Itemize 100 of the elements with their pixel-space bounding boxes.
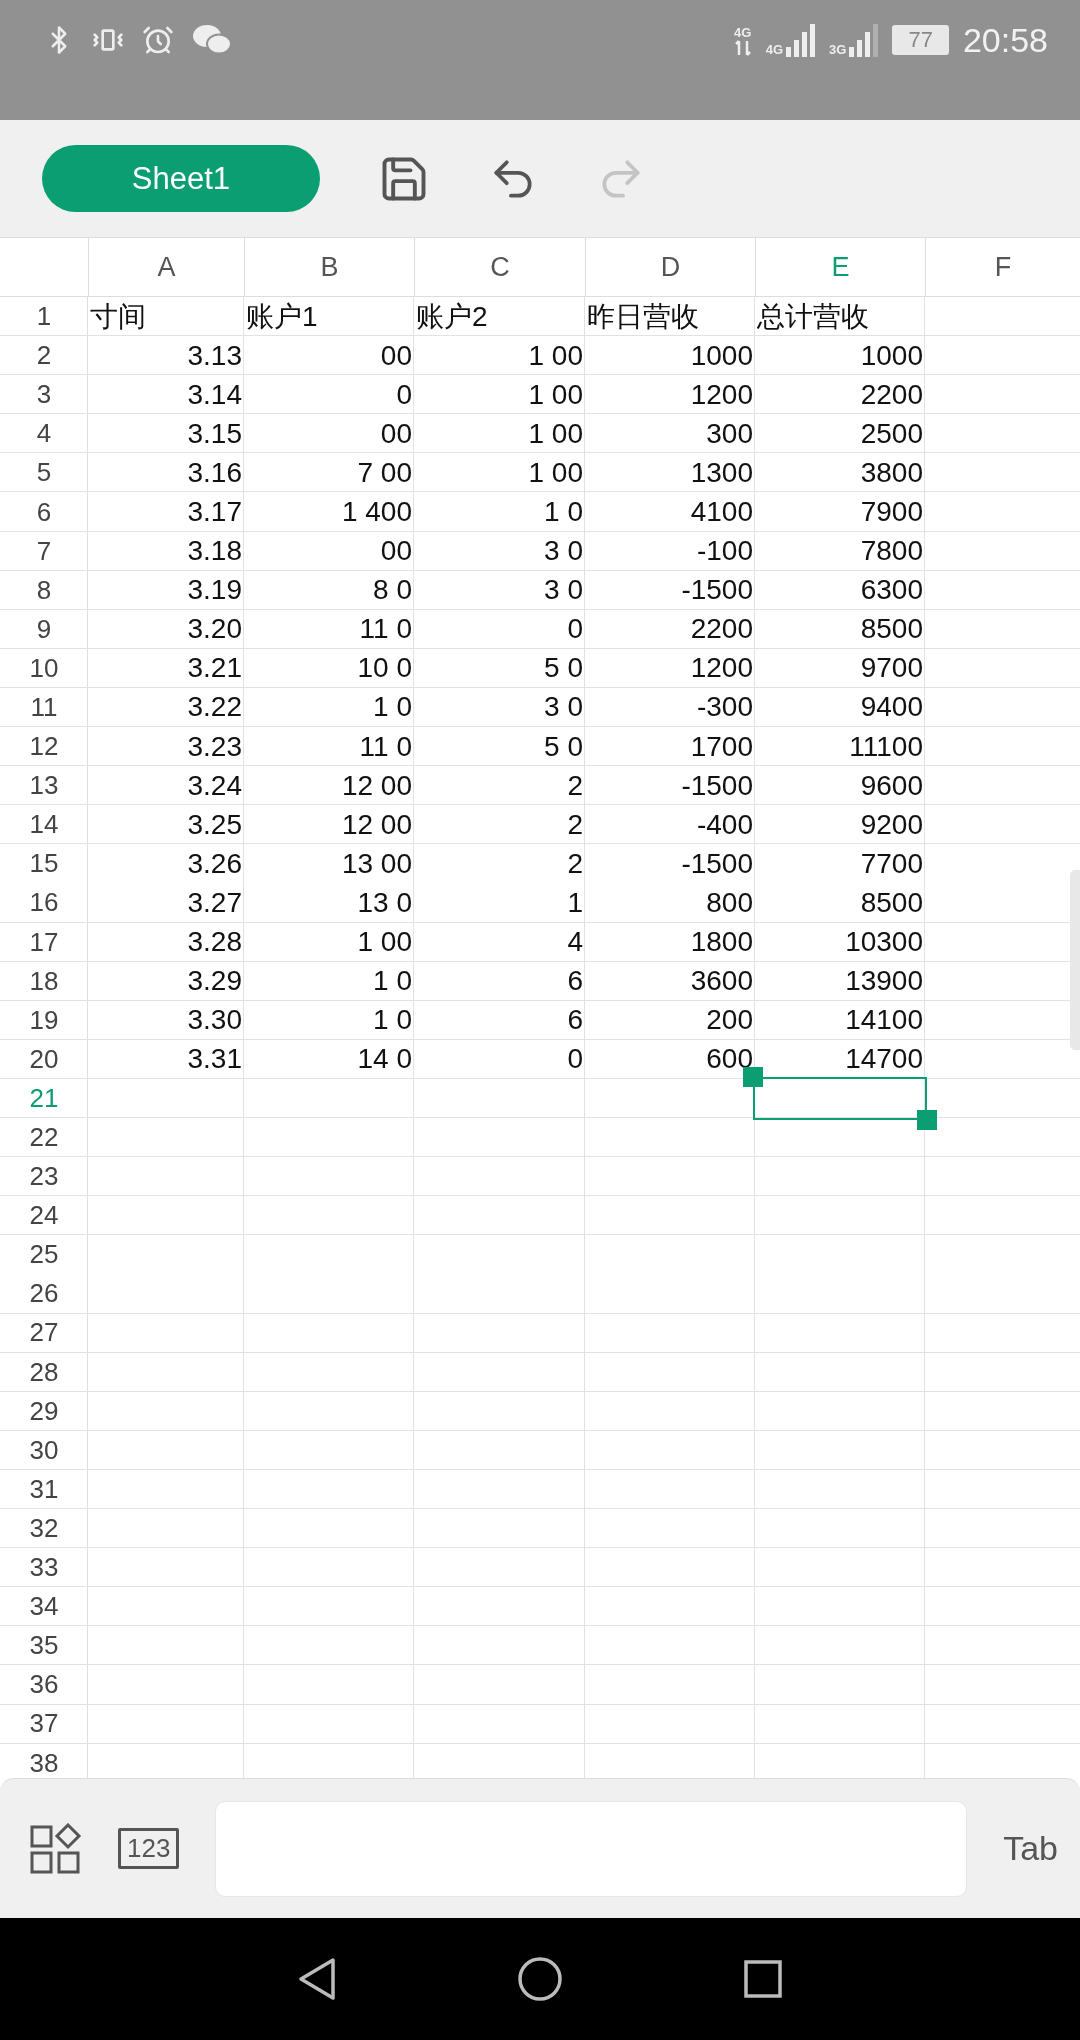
table-cell-text: 8 0 [372,573,413,608]
table-cell-text: 9200 [859,807,924,842]
row-header[interactable]: 4 [0,414,88,454]
row-header[interactable]: 15 [0,844,88,884]
column-header[interactable]: B [244,238,414,296]
row-header[interactable]: 18 [0,961,88,1001]
table-cell-text: 3.24 [186,768,243,803]
row-header[interactable]: 35 [0,1626,88,1666]
table-cell-text: 2200 [689,612,754,647]
table-cell-text: 3.14 [186,377,243,412]
column-header[interactable]: F [925,238,1080,296]
row-header[interactable]: 22 [0,1117,88,1158]
row-header[interactable]: 20 [0,1039,88,1079]
row-header[interactable]: 25 [0,1235,88,1275]
table-cell-text: 3.31 [186,1042,243,1077]
numeric-keyboard-button[interactable]: 123 [118,1828,180,1869]
table-cell-text: -1500 [680,846,754,881]
home-icon[interactable] [517,1956,563,2002]
table-cell-text: 1 00 [356,925,413,960]
column-header[interactable]: A [88,238,244,296]
table-cell-text: 昨日营收 [586,299,700,334]
network-label: 4G [765,42,784,57]
row-header[interactable]: 38 [0,1743,88,1778]
tab-key-button[interactable]: Tab [1003,1829,1058,1868]
row-header[interactable]: 33 [0,1548,88,1588]
selection-handle[interactable] [917,1109,937,1130]
row-header[interactable]: 2 [0,336,88,376]
row-header[interactable]: 27 [0,1313,88,1353]
table-cell-text: 1 0 [372,964,413,999]
table-cell-text: 11 0 [358,729,413,764]
table-cell-text: 3.20 [186,612,243,647]
table-cell-text: 3.15 [186,416,243,451]
table-cell-text: 3.23 [186,729,243,764]
column-header[interactable]: D [585,238,755,296]
table-cell-text: 1 00 [527,416,584,451]
table-cell-text: 1200 [689,651,754,686]
row-header[interactable]: 19 [0,1000,88,1040]
table-cell-text: 1 400 [340,495,413,529]
table-cell-text: 3.16 [186,455,243,490]
row-header[interactable]: 34 [0,1587,88,1627]
row-header[interactable]: 7 [0,531,88,571]
table-cell-text: 12 00 [340,768,413,803]
row-header[interactable]: 12 [0,727,88,767]
row-header[interactable]: 10 [0,648,88,688]
selection-handle[interactable] [743,1066,763,1087]
row-header[interactable]: 6 [0,492,88,532]
table-cell-text: 3.25 [186,807,243,842]
table-cell-text: 3.29 [186,964,243,999]
table-cell-text: 6 [566,1003,584,1038]
table-cell-text: 11 0 [358,612,413,647]
table-cell-text: 1 0 [543,495,584,529]
network-label: 3G [829,42,847,57]
row-header[interactable]: 24 [0,1196,88,1236]
row-header[interactable]: 14 [0,805,88,845]
signal-icon [848,23,879,57]
table-cell-text: -1500 [680,573,754,608]
table-cell-text: 3.19 [186,573,243,608]
table-cell-text: 账户2 [415,299,489,334]
row-header[interactable]: 3 [0,375,88,415]
table-cell-text: 3.22 [186,690,243,725]
row-header[interactable]: 16 [0,883,88,923]
row-header[interactable]: 23 [0,1157,88,1197]
row-header[interactable]: 13 [0,766,88,806]
row-header[interactable]: 11 [0,687,88,728]
signal-icon [785,23,816,57]
recents-icon[interactable] [743,1959,783,1999]
column-header[interactable]: C [414,238,585,296]
row-header[interactable]: 8 [0,570,88,610]
table-cell-text: 3.21 [186,651,243,686]
table-cell-text: 1300 [689,455,754,490]
row-header[interactable]: 1 [0,297,88,337]
row-header[interactable]: 28 [0,1352,88,1392]
table-cell-text: 3.13 [186,338,243,373]
table-cell-text: 3 0 [543,573,584,608]
row-header[interactable]: 17 [0,922,88,962]
table-cell-text: 总计营收 [756,299,870,334]
table-cell-text: 14100 [844,1003,924,1038]
apps-icon[interactable] [30,1822,82,1875]
table-cell-text: 6 [566,964,584,999]
row-header[interactable]: 26 [0,1274,88,1314]
row-header[interactable]: 30 [0,1430,88,1470]
back-icon[interactable] [297,1957,337,2001]
table-cell-text: 3.26 [186,846,243,881]
table-cell-text: 14700 [844,1042,924,1077]
row-header[interactable]: 37 [0,1704,88,1744]
table-cell-text: 8500 [859,885,924,920]
scrollbar[interactable] [1070,870,1080,1050]
row-header[interactable]: 31 [0,1469,88,1509]
row-header[interactable]: 36 [0,1665,88,1705]
table-cell-text: 3800 [859,455,924,490]
row-header[interactable]: 32 [0,1508,88,1548]
formula-input-field[interactable] [215,1800,968,1897]
table-cell-text: 2200 [859,377,924,412]
row-header[interactable]: 5 [0,453,88,493]
table-cell-text: 2 [566,768,584,803]
table-cell-text: 00 [379,534,413,569]
table-cell-text: 7 00 [356,455,413,490]
table-cell-text: 1000 [689,338,754,373]
row-header[interactable]: 29 [0,1391,88,1431]
row-header[interactable]: 9 [0,609,88,649]
